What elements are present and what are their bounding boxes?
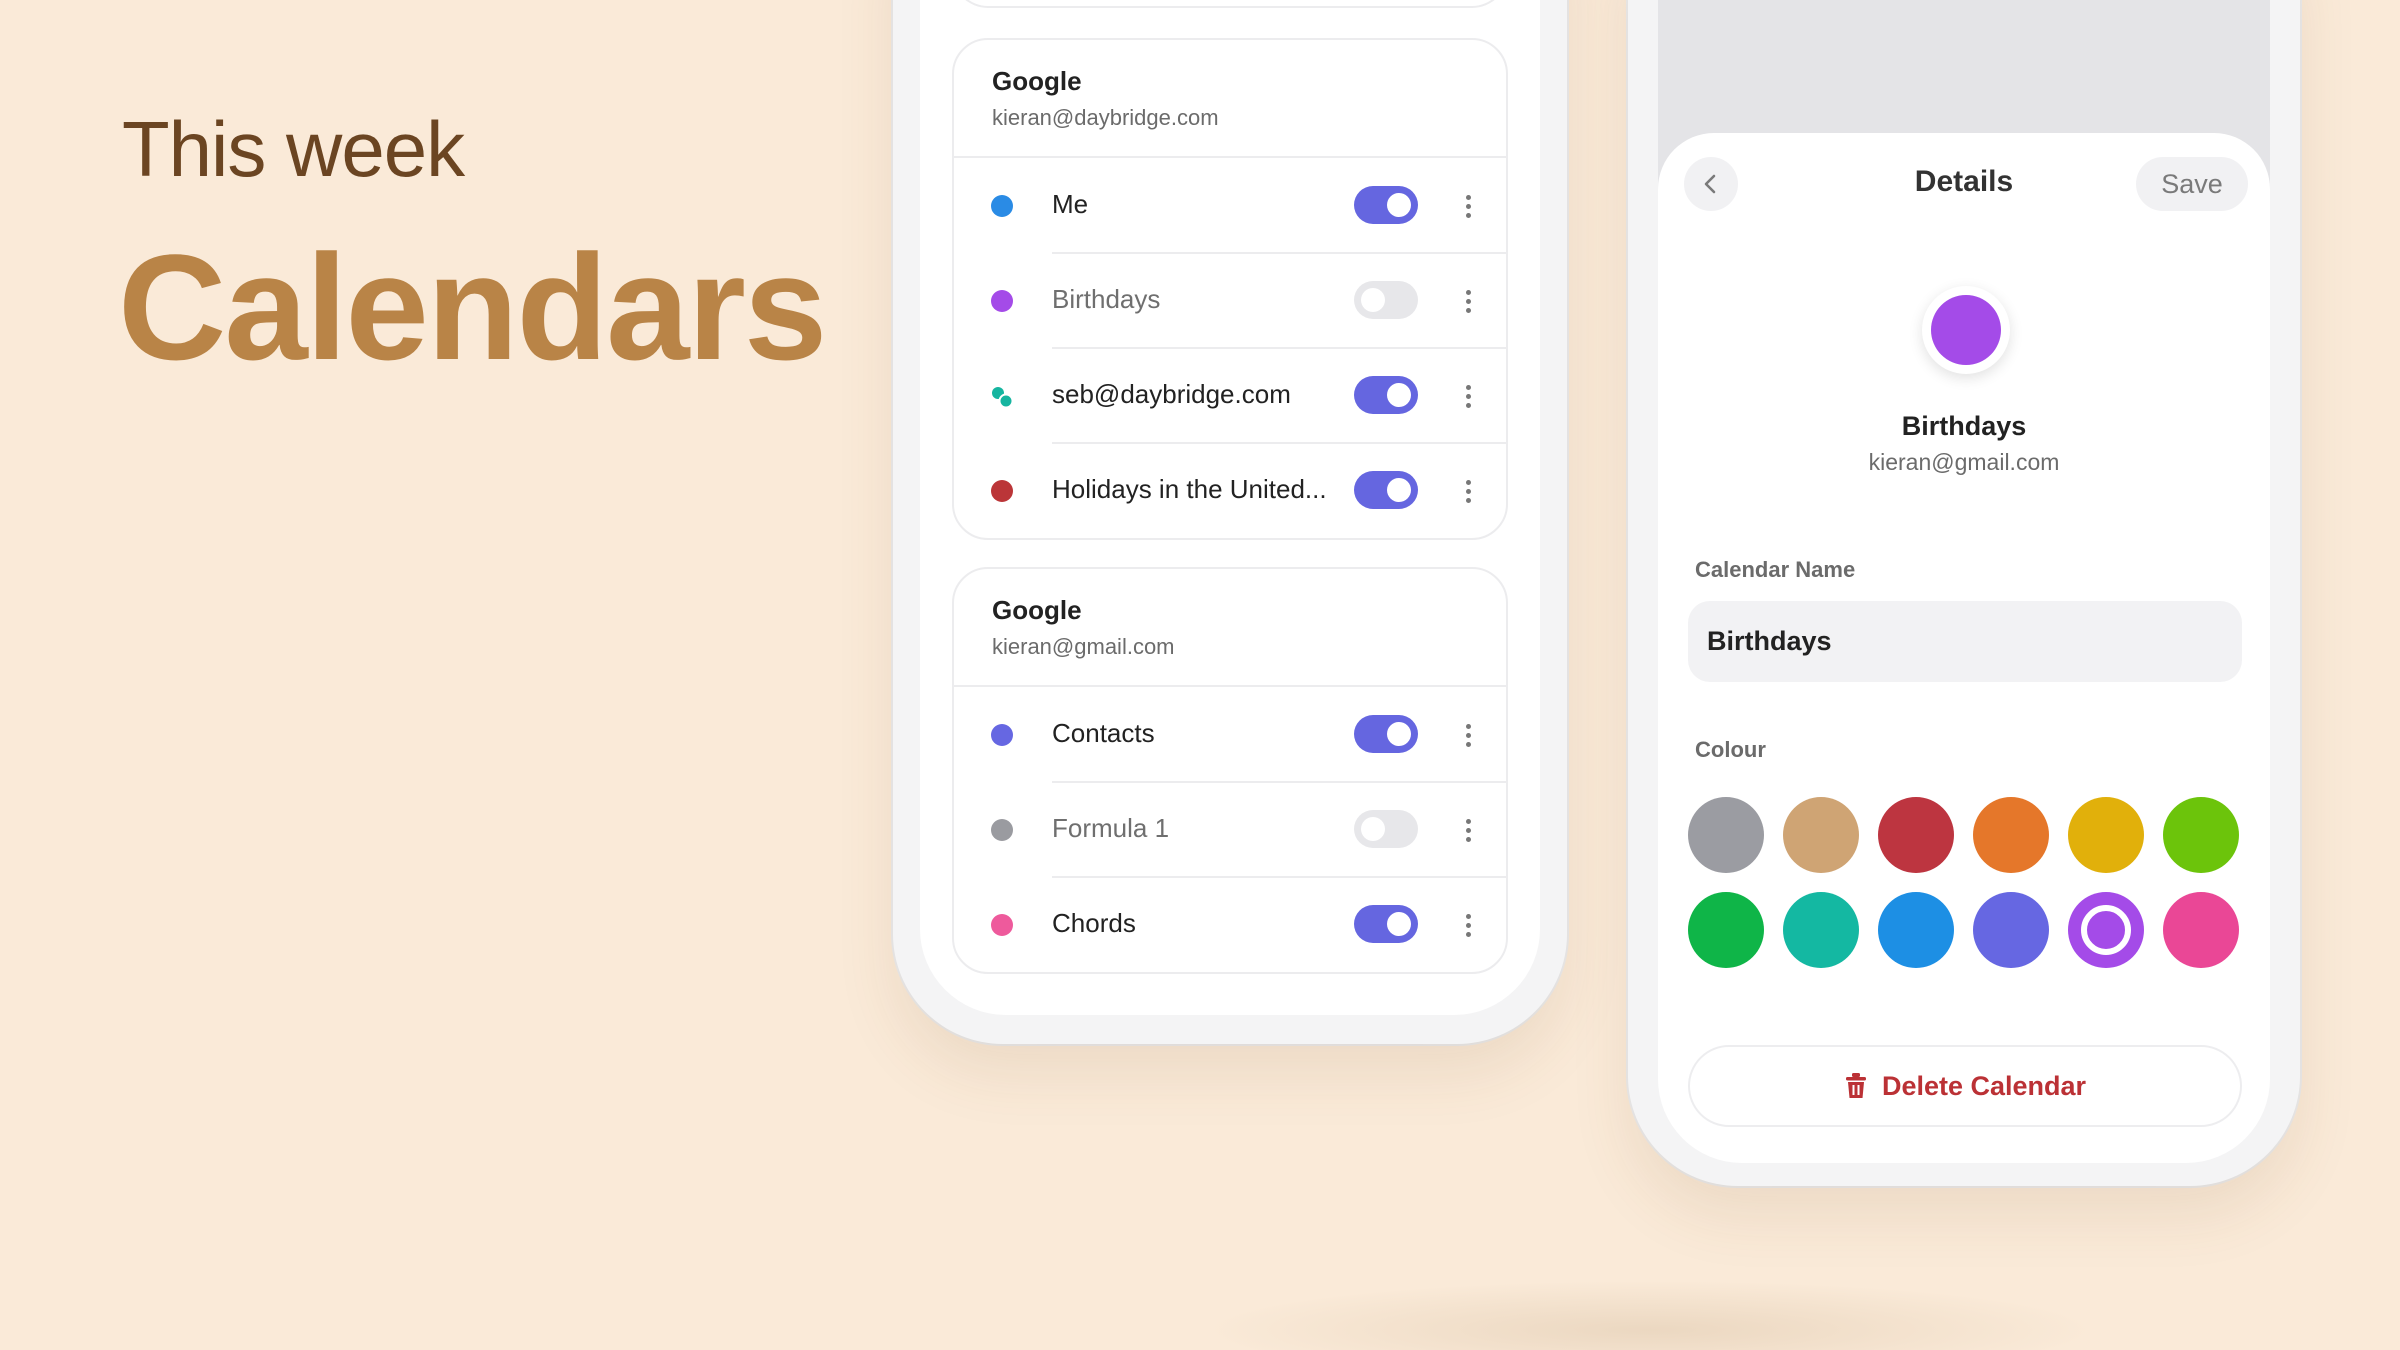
account-provider: Google (992, 595, 1082, 625)
calendar-visibility-toggle[interactable] (1354, 905, 1418, 943)
calendar-row-formula-1[interactable]: Formula 1 (954, 781, 1506, 877)
delete-calendar-label: Delete Calendar (1881, 1070, 2087, 1101)
more-options-icon[interactable] (1460, 471, 1476, 511)
calendar-name: Formula 1 (1052, 813, 1170, 843)
colour-swatch-green[interactable] (1688, 892, 1764, 968)
hero-title: Calendars (118, 223, 827, 391)
calendar-colour-avatar (1922, 286, 2010, 374)
calendar-color-dot (991, 914, 1013, 936)
shared-calendar-icon (992, 387, 1014, 409)
colour-swatch-teal[interactable] (1783, 892, 1859, 968)
save-button[interactable]: Save (2136, 157, 2248, 211)
colour-swatch-indigo[interactable] (1973, 892, 2049, 968)
calendar-visibility-toggle[interactable] (1354, 471, 1418, 509)
colour-swatch-purple-selected[interactable] (2068, 892, 2144, 968)
more-options-icon[interactable] (1460, 715, 1476, 755)
calendar-name: Chords (1052, 908, 1136, 938)
calendar-row-holidays[interactable]: Holidays in the United... (954, 442, 1506, 538)
more-options-icon[interactable] (1460, 905, 1476, 945)
calendar-visibility-toggle[interactable] (1354, 810, 1418, 848)
colour-swatch-pink[interactable] (2163, 892, 2239, 968)
previous-group-card (952, 0, 1508, 8)
calendar-name-label: Calendar Name (1695, 557, 1856, 582)
account-group-card: Google kieran@gmail.com Contacts Formula… (952, 567, 1508, 974)
calendar-account-email: kieran@gmail.com (1868, 449, 2060, 475)
calendar-visibility-toggle[interactable] (1354, 281, 1418, 319)
calendar-row-chords[interactable]: Chords (954, 876, 1506, 972)
account-email: kieran@daybridge.com (992, 105, 1219, 130)
account-group-header: Google kieran@gmail.com (954, 569, 1506, 687)
colour-swatch-grey[interactable] (1688, 797, 1764, 873)
calendar-visibility-toggle[interactable] (1354, 715, 1418, 753)
more-options-icon[interactable] (1460, 376, 1476, 416)
more-options-icon[interactable] (1460, 810, 1476, 850)
account-group-card: Google kieran@daybridge.com Me Birthdays… (952, 38, 1508, 540)
calendar-row-contacts[interactable]: Contacts (954, 687, 1506, 782)
calendar-row-me[interactable]: Me (954, 158, 1506, 253)
calendar-color-dot (991, 724, 1013, 746)
account-provider: Google (992, 66, 1082, 96)
calendar-visibility-toggle[interactable] (1354, 186, 1418, 224)
colour-swatch-blue[interactable] (1878, 892, 1954, 968)
calendar-title: Birthdays (1901, 411, 2027, 441)
calendar-color-dot (991, 290, 1013, 312)
calendar-name: seb@daybridge.com (1052, 379, 1291, 409)
colour-label: Colour (1695, 737, 1766, 762)
delete-calendar-button[interactable]: Delete Calendar (1688, 1045, 2242, 1127)
hero-kicker: This week (122, 105, 465, 193)
floor-shadow (1200, 1280, 2100, 1350)
calendar-color-dot (991, 195, 1013, 217)
calendar-name: Birthdays (1052, 284, 1161, 314)
calendar-row-birthdays[interactable]: Birthdays (954, 252, 1506, 348)
calendar-visibility-toggle[interactable] (1354, 376, 1418, 414)
more-options-icon[interactable] (1460, 281, 1476, 321)
colour-swatch-tan[interactable] (1783, 797, 1859, 873)
hero-headline: This week Calendars (118, 105, 827, 382)
colour-swatch-orange[interactable] (1973, 797, 2049, 873)
calendar-list-screen: Google kieran@daybridge.com Me Birthdays… (920, 0, 1540, 1015)
calendar-name: Holidays in the United... (1052, 474, 1327, 504)
calendar-name: Contacts (1052, 718, 1155, 748)
calendar-colour-preview (1931, 295, 2001, 365)
trash-icon (1845, 1073, 1866, 1098)
calendar-color-dot (991, 819, 1013, 841)
account-email: kieran@gmail.com (992, 634, 1175, 659)
more-options-icon[interactable] (1460, 186, 1476, 226)
account-group-header: Google kieran@daybridge.com (954, 40, 1506, 158)
calendar-details-sheet: Details Save Birthdays kieran@gmail.com … (1658, 133, 2270, 1163)
calendar-row-seb[interactable]: seb@daybridge.com (954, 347, 1506, 443)
calendar-color-dot (991, 480, 1013, 502)
calendar-name-input[interactable]: Birthdays (1688, 601, 2242, 682)
colour-swatch-red[interactable] (1878, 797, 1954, 873)
calendar-name: Me (1052, 189, 1089, 219)
colour-swatch-yellow[interactable] (2068, 797, 2144, 873)
colour-swatch-lime[interactable] (2163, 797, 2239, 873)
